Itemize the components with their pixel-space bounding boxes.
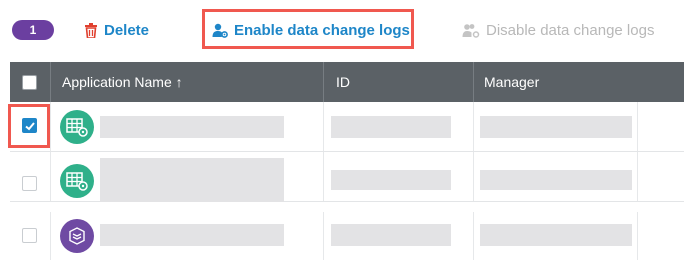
header-divider [50,62,51,102]
stack-layers-icon [60,219,94,253]
id-placeholder [331,170,451,190]
application-name-placeholder [100,158,284,202]
toolbar: 1 Delete Enable data change logs Disable… [0,0,684,60]
manager-placeholder [480,170,632,190]
header-divider [473,62,474,102]
row-checkbox[interactable] [22,176,37,191]
manager-placeholder [480,116,632,138]
table-header: Application Name ↑ ID Manager [10,62,684,102]
column-header-manager[interactable]: Manager [484,62,539,102]
id-placeholder [331,224,451,246]
delete-button[interactable]: Delete [84,19,149,41]
spreadsheet-gear-icon [60,110,94,144]
selected-row-checkbox-highlight [8,104,50,148]
users-gear-icon [462,23,480,38]
row-checkbox[interactable] [22,228,37,243]
manager-placeholder [480,224,632,246]
application-name-placeholder [100,116,284,138]
table-row[interactable] [10,102,684,152]
column-header-id[interactable]: ID [336,62,350,102]
table-row[interactable] [10,152,684,202]
id-placeholder [331,116,451,138]
table-row[interactable] [10,212,684,260]
disable-label: Disable data change logs [486,21,655,39]
spreadsheet-gear-icon [60,164,94,198]
selected-count-badge: 1 [12,20,54,40]
enable-button-highlight [202,9,414,49]
delete-label: Delete [104,21,150,39]
application-name-placeholder [100,224,284,246]
select-all-checkbox[interactable] [22,75,37,90]
disable-data-change-logs-button[interactable]: Disable data change logs [462,19,654,41]
header-divider [323,62,324,102]
column-header-application-name[interactable]: Application Name ↑ [62,62,183,102]
trash-icon [85,22,97,38]
